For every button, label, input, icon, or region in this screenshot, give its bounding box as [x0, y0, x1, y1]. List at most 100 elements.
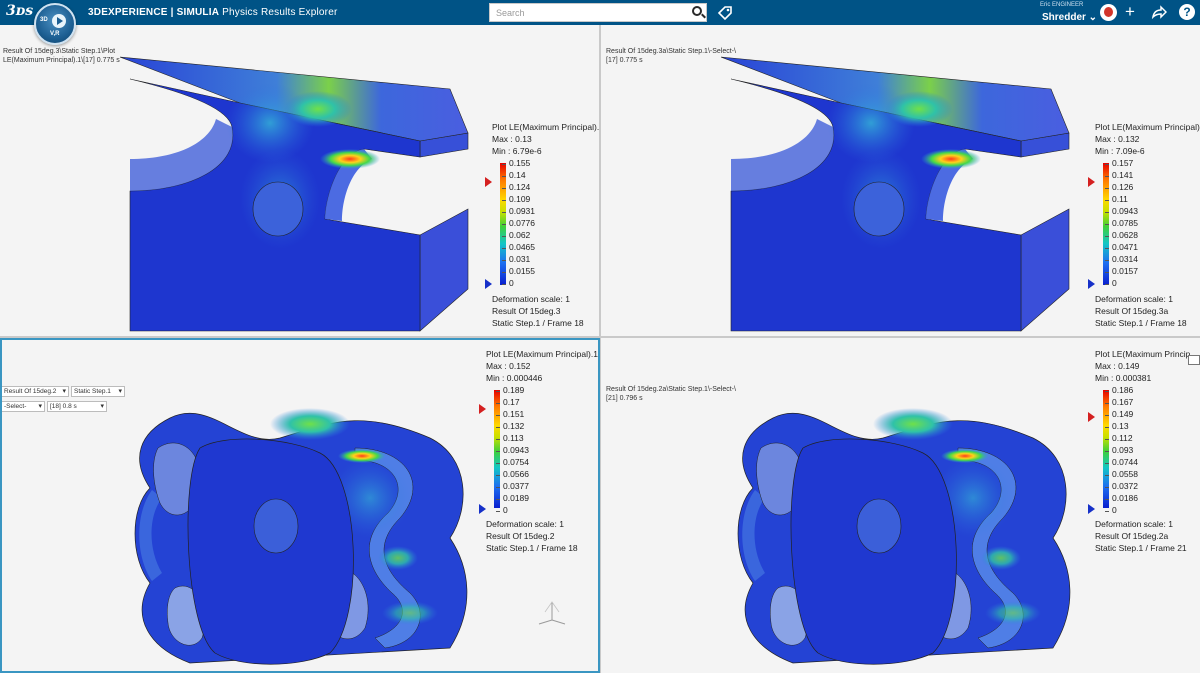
tick-label: 0.0157	[1105, 266, 1138, 276]
play-icon[interactable]	[52, 14, 66, 28]
tick-label: 0.0754	[496, 457, 529, 467]
caption-line-1: Result Of 15deg.3\Static Step.1\Plot	[3, 48, 116, 55]
share-icon[interactable]	[1151, 5, 1167, 19]
result-name: Result Of 15deg.3a	[1095, 306, 1169, 316]
step-frame: Static Step.1 / Frame 21	[1095, 543, 1187, 553]
legend-footer: Deformation scale: 1 Result Of 15deg.2 S…	[486, 518, 578, 554]
tick-label: 0.109	[501, 194, 531, 204]
fea-model-block[interactable]	[120, 49, 480, 336]
plot-select[interactable]: -Select-	[1, 401, 45, 412]
tick-label: 0.0566	[496, 469, 529, 479]
tick-label: 0.149	[1104, 409, 1134, 419]
tick-label: 0.11	[1105, 194, 1128, 204]
color-scale-bar	[1103, 390, 1109, 508]
tick-label: 0	[1105, 278, 1117, 288]
tick-label: 0.0943	[496, 445, 529, 455]
tick-label: 0.0314	[1105, 254, 1138, 264]
max-marker-icon[interactable]	[1088, 412, 1095, 422]
user-name[interactable]: Shredder ⌄	[1042, 12, 1097, 23]
viewport-bottom-left[interactable]: Result Of 15deg.2 Static Step.1 -Select-…	[0, 338, 599, 673]
tick-label: 0.0155	[502, 266, 535, 276]
frame-select[interactable]: [18] 0.8 s	[47, 401, 107, 412]
compass-3d-label: 3D	[40, 17, 48, 23]
color-scale-bar	[494, 390, 500, 508]
tick-label: 0	[496, 505, 508, 515]
tick-label: 0.093	[1104, 445, 1134, 455]
brand-bold: 3D	[88, 7, 102, 18]
axis-triad-icon[interactable]	[535, 598, 569, 626]
fea-model-wave[interactable]	[733, 398, 1083, 668]
caption-line-2: LE(Maximum Principal).1\[17] 0.775 s	[3, 57, 120, 64]
deformation-scale: Deformation scale: 1	[1095, 519, 1173, 529]
tick-label: 0.186	[1104, 385, 1134, 395]
result-name: Result Of 15deg.2	[486, 531, 555, 541]
tag-icon[interactable]	[716, 4, 734, 22]
avatar[interactable]	[1100, 4, 1117, 21]
viewport-top-left[interactable]: Result Of 15deg.3\Static Step.1\Plot LE(…	[0, 25, 599, 336]
tick-label: 0.14	[502, 170, 526, 180]
max-marker-icon[interactable]	[1088, 177, 1095, 187]
tick-label: 0.151	[495, 409, 525, 419]
tick-label: 0.0186	[1105, 493, 1138, 503]
legend-title: Plot LE(Maximum Principal).1	[492, 122, 599, 132]
min-marker-icon[interactable]	[1088, 504, 1095, 514]
caption-line-2: [21] 0.796 s	[606, 395, 643, 402]
tick-label: 0.155	[501, 158, 531, 168]
search-placeholder: Search	[496, 8, 525, 18]
ds-logo-icon[interactable]: 3ᴅs	[6, 3, 33, 23]
tick-label: 0.0785	[1105, 218, 1138, 228]
tick-label: 0.0471	[1105, 242, 1138, 252]
deformation-scale: Deformation scale: 1	[492, 294, 570, 304]
legend-min: Min : 0.000446	[486, 373, 543, 383]
legend-footer: Deformation scale: 1 Result Of 15deg.3a …	[1095, 293, 1187, 329]
viewport-top-right[interactable]: Result Of 15deg.3a\Static Step.1\-Select…	[601, 25, 1200, 336]
viewport-divider-vertical[interactable]	[599, 25, 601, 673]
tick-label: 0.112	[1105, 433, 1133, 443]
search-icon[interactable]	[692, 6, 702, 16]
compass-version: V,R	[50, 31, 60, 37]
legend-min: Min : 7.09e-6	[1095, 146, 1145, 156]
help-icon[interactable]: ?	[1179, 4, 1195, 20]
tick-label: 0.141	[1104, 170, 1134, 180]
tick-label: 0.113	[496, 433, 524, 443]
result-name: Result Of 15deg.2a	[1095, 531, 1169, 541]
fea-model-wave[interactable]	[130, 398, 480, 668]
legend-min: Min : 0.000381	[1095, 373, 1152, 383]
tick-label: 0.157	[1104, 158, 1134, 168]
min-marker-icon[interactable]	[1088, 279, 1095, 289]
tick-label: 0.124	[501, 182, 531, 192]
legend-title: Plot LE(Maximum Princip	[1095, 349, 1191, 359]
result-name: Result Of 15deg.3	[492, 306, 561, 316]
tick-label: 0.062	[501, 230, 531, 240]
tick-label: 0.0931	[502, 206, 535, 216]
caption-line-1: Result Of 15deg.2a\Static Step.1\-Select…	[606, 386, 736, 393]
min-marker-icon[interactable]	[479, 504, 486, 514]
viewport-bottom-right[interactable]: Result Of 15deg.2a\Static Step.1\-Select…	[601, 338, 1200, 673]
tick-label: 0.0744	[1105, 457, 1138, 467]
tick-label: 0.17	[496, 397, 520, 407]
legend-block: Plot LE(Maximum Principal).1 Max : 0.13 …	[492, 121, 599, 157]
max-marker-icon[interactable]	[485, 177, 492, 187]
tick-label: 0.0465	[502, 242, 535, 252]
add-icon[interactable]: +	[1125, 2, 1135, 22]
compass-icon[interactable]: 3D V,R	[34, 3, 76, 45]
tick-label: 0.0943	[1105, 206, 1138, 216]
tick-label: 0.189	[495, 385, 525, 395]
fea-model-block[interactable]	[721, 49, 1081, 336]
brand-rest: EXPERIENCE | SIMULIA	[101, 7, 220, 18]
step-select[interactable]: Static Step.1	[71, 386, 125, 397]
top-bar: 3ᴅs 3DEXPERIENCE | SIMULIA Physics Resul…	[0, 0, 1200, 25]
tick-label: 0.126	[1104, 182, 1134, 192]
viewport-divider-horizontal[interactable]	[0, 336, 1200, 338]
legend-max: Max : 0.13	[492, 134, 532, 144]
legend-block: Plot LE(Maximum Principal).1 Max : 0.152…	[486, 348, 598, 384]
search-input[interactable]: Search	[489, 3, 707, 22]
min-marker-icon[interactable]	[485, 279, 492, 289]
result-select[interactable]: Result Of 15deg.2	[1, 386, 69, 397]
panel-toggle-button[interactable]	[1188, 355, 1200, 365]
tick-label: 0	[1105, 505, 1117, 515]
legend-block: Plot LE(Maximum Principal). Max : 0.132 …	[1095, 121, 1200, 157]
tick-label: 0	[502, 278, 514, 288]
max-marker-icon[interactable]	[479, 404, 486, 414]
viewport-caption: Result Of 15deg.2a\Static Step.1\-Select…	[606, 385, 736, 403]
